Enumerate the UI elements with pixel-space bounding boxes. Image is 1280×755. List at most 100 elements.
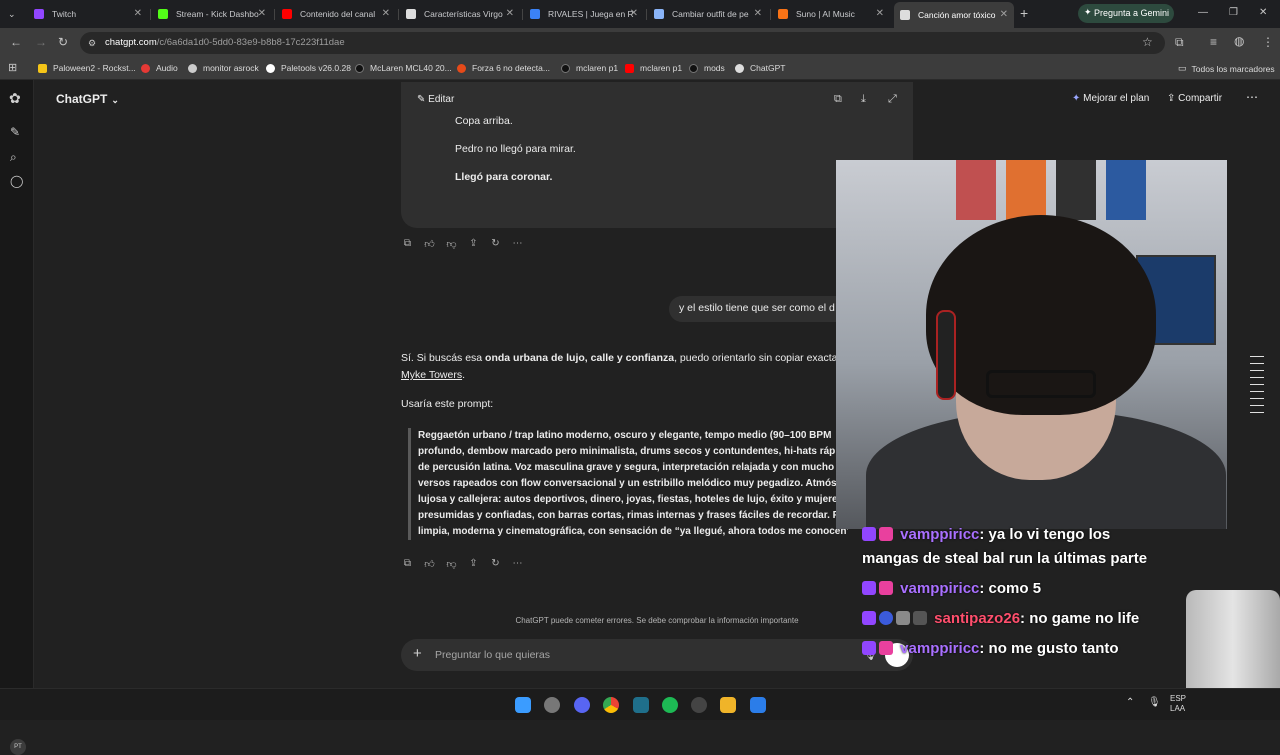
bookmark-item[interactable]: ChatGPT: [735, 63, 785, 73]
openai-logo-icon[interactable]: ✿: [9, 90, 21, 107]
bookmark-item[interactable]: monitor asrock: [188, 63, 259, 73]
copy-icon[interactable]: ⧉: [401, 238, 414, 252]
gemini-button[interactable]: ✦ Pregunta a Gemini: [1078, 4, 1174, 23]
obs-icon[interactable]: [691, 697, 707, 713]
bookmark-item[interactable]: Paloween2 - Rockst...: [38, 63, 136, 73]
microphone-icon[interactable]: 🎙︎: [1148, 697, 1161, 708]
canvas-card-header: ✎ Editar ⧉ ⤓ ⤢: [401, 82, 913, 114]
media-icon[interactable]: ≡: [1210, 36, 1217, 48]
settings-icon[interactable]: [544, 697, 560, 713]
tab-kick[interactable]: Stream - Kick Dashbo ✕: [152, 3, 272, 25]
close-icon[interactable]: ✕: [754, 8, 762, 19]
terminal-icon[interactable]: [633, 697, 649, 713]
copy-icon[interactable]: ⧉: [834, 93, 842, 106]
twitch-badge-icon: [862, 611, 876, 625]
tab-twitch[interactable]: Twitch ✕: [28, 3, 148, 25]
bookmark-item[interactable]: Paletools v26.0.28: [266, 63, 351, 73]
share-icon[interactable]: ⇪: [467, 238, 480, 252]
tab-youtube-studio[interactable]: Contenido del canal ✕: [276, 3, 396, 25]
myke-towers-link[interactable]: Myke Towers: [401, 369, 462, 381]
chatgpt-sidebar: ✿ ✎ ⌕ ◯ PT: [0, 80, 34, 755]
scroll-minimap[interactable]: [1250, 356, 1264, 414]
share-icon[interactable]: ⇪: [467, 558, 480, 572]
spotify-icon[interactable]: [662, 697, 678, 713]
bookmark-item[interactable]: McLaren MCL40 20...: [355, 63, 452, 73]
more-icon[interactable]: ⋯: [511, 558, 524, 572]
start-icon[interactable]: [515, 697, 531, 713]
tray-chevron-icon[interactable]: ⌃: [1126, 697, 1134, 708]
library-icon[interactable]: ◯: [10, 174, 23, 188]
close-icon[interactable]: ✕: [630, 8, 638, 19]
browser-menu-icon[interactable]: ⋮: [1262, 36, 1274, 48]
close-icon[interactable]: ✕: [1000, 9, 1008, 20]
more-icon[interactable]: ⋯: [511, 238, 524, 252]
share-button[interactable]: ⇪ Compartir: [1167, 93, 1222, 104]
store-icon[interactable]: [750, 697, 766, 713]
mclaren-icon: [561, 63, 570, 73]
share-icon: ⇪: [1167, 93, 1176, 104]
tab-suno[interactable]: Suno | AI Music ✕: [772, 3, 890, 25]
assistant-paragraph: Usaría este prompt:: [401, 398, 494, 410]
close-icon[interactable]: ✕: [258, 8, 266, 19]
discord-icon[interactable]: [574, 697, 590, 713]
tab-virgo[interactable]: Características Virgo ✕: [400, 3, 520, 25]
bookmark-item[interactable]: Forza 6 no detecta...: [457, 63, 550, 73]
forward-icon[interactable]: →: [35, 36, 47, 48]
copy-icon[interactable]: ⧉: [401, 558, 414, 572]
chevron-down-icon: ⌄: [111, 95, 119, 105]
chatgpt-icon: [900, 10, 910, 20]
minimize-icon[interactable]: —: [1198, 7, 1208, 19]
edit-button[interactable]: ✎ Editar: [417, 94, 454, 105]
canvas-line: Llegó para coronar.: [455, 171, 553, 183]
regenerate-icon[interactable]: ↻: [489, 238, 502, 252]
close-icon[interactable]: ✕: [876, 8, 884, 19]
prompt-input[interactable]: [435, 646, 835, 664]
plus-icon[interactable]: +: [413, 645, 422, 662]
address-bar[interactable]: ⚙ chatgpt.com/c/6a6da1d0-5dd0-83e9-b8b8-…: [80, 32, 1165, 54]
bookmark-item[interactable]: mclaren p1: [625, 63, 682, 73]
back-icon[interactable]: ←: [10, 36, 22, 48]
tab-rivales[interactable]: RIVALES | Juega en R ✕: [524, 3, 644, 25]
close-icon[interactable]: ✕: [382, 8, 390, 19]
new-chat-icon[interactable]: ✎: [10, 125, 20, 139]
avatar[interactable]: PT: [10, 739, 26, 755]
download-icon[interactable]: ⤓: [861, 93, 866, 106]
bookmark-item[interactable]: mclaren p1: [561, 63, 618, 73]
bookmark-item[interactable]: Audio: [141, 63, 178, 73]
file-explorer-icon[interactable]: [720, 697, 736, 713]
profile-icon[interactable]: ◍: [1234, 35, 1244, 47]
thumbs-down-icon[interactable]: 👎︎: [445, 238, 458, 252]
expand-icon[interactable]: ⤢: [888, 93, 897, 106]
more-options-icon[interactable]: ⋯: [1246, 90, 1258, 104]
heart-badge-icon: [879, 527, 893, 541]
thumbs-up-icon[interactable]: 👍︎: [423, 558, 436, 572]
twitch-badge-icon: [862, 581, 876, 595]
tab-outfit[interactable]: Cambiar outfit de pe ✕: [648, 3, 768, 25]
bookmark-item[interactable]: mods: [689, 63, 725, 73]
new-tab-icon[interactable]: +: [1020, 6, 1028, 20]
search-icon[interactable]: ⌕: [10, 150, 17, 165]
gemini-star-icon: ✦: [1084, 7, 1092, 17]
maximize-icon[interactable]: ❐: [1229, 7, 1238, 19]
extensions-icon[interactable]: ⧉: [1175, 36, 1184, 48]
thumbs-up-icon[interactable]: 👍︎: [423, 238, 436, 252]
chrome-icon[interactable]: [603, 697, 619, 713]
tab-cancion-active[interactable]: Canción amor tóxico ✕: [894, 2, 1014, 28]
all-bookmarks-folder[interactable]: ▭ Todos los marcadores: [1178, 63, 1275, 74]
upgrade-plan-button[interactable]: ✦ Mejorar el plan: [1072, 93, 1149, 104]
reload-icon[interactable]: ↻: [58, 36, 68, 48]
tab-search-icon[interactable]: ⌄: [8, 8, 16, 20]
window-close-icon[interactable]: ✕: [1259, 7, 1267, 19]
site-info-icon[interactable]: ⚙: [88, 37, 96, 49]
close-icon[interactable]: ✕: [134, 8, 142, 19]
youtube-icon: [282, 9, 292, 19]
model-selector[interactable]: ChatGPT ⌄: [56, 92, 119, 106]
bookmark-star-icon[interactable]: ☆: [1142, 36, 1153, 48]
regenerate-icon[interactable]: ↻: [489, 558, 502, 572]
thumbs-down-icon[interactable]: 👎︎: [445, 558, 458, 572]
close-icon[interactable]: ✕: [506, 8, 514, 19]
apps-grid-icon[interactable]: ⊞: [8, 62, 17, 74]
quote-line: profundo, dembow marcado pero minimalist…: [418, 446, 836, 457]
suno-icon: [778, 9, 788, 19]
input-language[interactable]: ESP LAA: [1170, 694, 1186, 714]
